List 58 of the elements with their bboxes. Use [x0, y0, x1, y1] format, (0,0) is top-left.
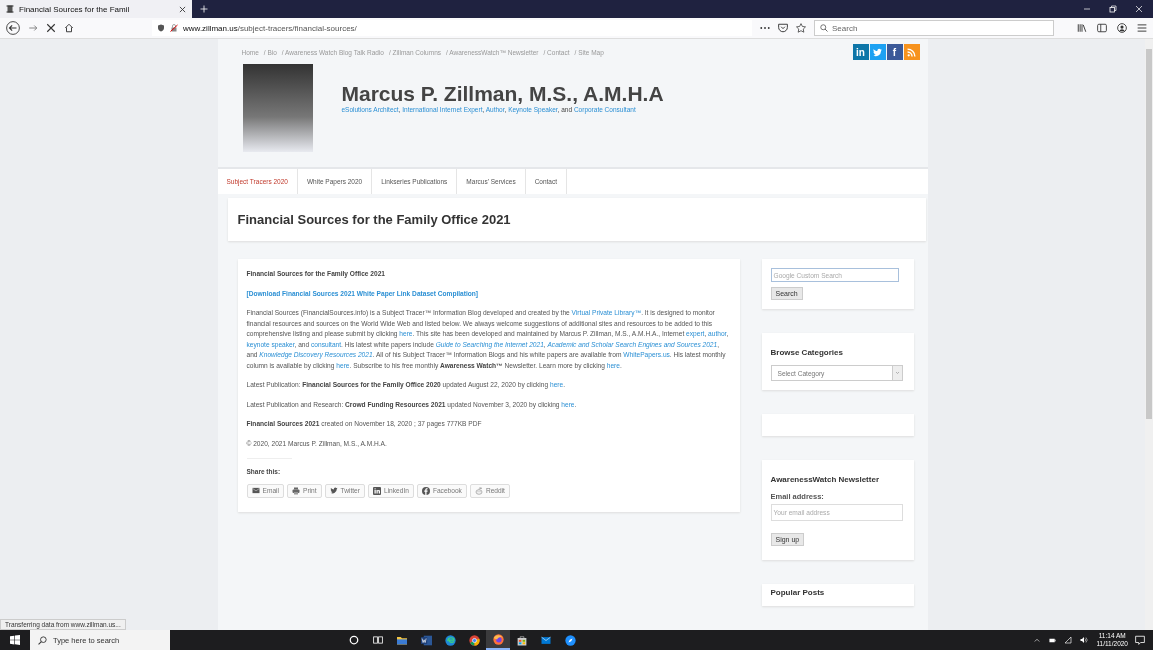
- bird-icon: [872, 47, 883, 57]
- windows-logo-icon: [10, 635, 20, 645]
- restore-icon: [1109, 5, 1117, 13]
- widget-title: AwarenessWatch Newsletter: [770, 475, 880, 484]
- envelope-icon: [251, 487, 260, 494]
- home-icon: [64, 23, 74, 33]
- bird-icon: [329, 487, 338, 494]
- search-icon: [38, 635, 47, 645]
- stop-icon: [46, 23, 56, 33]
- search-icon: [820, 24, 828, 32]
- scrollbar[interactable]: [1145, 39, 1153, 630]
- chevron-up-icon: [1033, 637, 1042, 643]
- wifi-icon: [1064, 636, 1073, 644]
- social-button[interactable]: [869, 44, 886, 60]
- notification-icon: [1135, 635, 1145, 645]
- task-view-icon: [373, 635, 383, 645]
- taskbar-button[interactable]: [486, 630, 510, 650]
- document-icon: [420, 634, 432, 646]
- chevron-down-icon: [894, 371, 900, 375]
- social-button[interactable]: in: [852, 44, 869, 60]
- shopping-bag-icon: [517, 634, 527, 646]
- speaker-icon: [1079, 636, 1090, 644]
- tricolor-circle-icon: [468, 634, 480, 646]
- account-icon: [1117, 23, 1127, 33]
- library-icon: [1077, 23, 1087, 33]
- back-icon: [6, 21, 20, 35]
- pocket-icon: [778, 23, 788, 33]
- fox-globe-icon: [492, 633, 504, 645]
- scroll-document-icon: [6, 5, 14, 13]
- slashed-lock-icon: [170, 24, 178, 32]
- address-bar[interactable]: www.zillman.us/subject-tracers/financial-sources/: [152, 20, 752, 36]
- menu-icon: [1137, 23, 1147, 33]
- envelope-icon: [540, 635, 552, 645]
- close-icon: [1135, 5, 1143, 13]
- forward-icon: [28, 23, 38, 33]
- widget-title: Browse Categories: [770, 348, 844, 357]
- social-button[interactable]: f: [886, 44, 903, 60]
- battery-icon: [1048, 636, 1058, 644]
- printer-icon: [292, 486, 300, 495]
- swirl-icon: [444, 634, 456, 646]
- plus-icon: [200, 5, 208, 13]
- f-circle-icon: [421, 486, 430, 495]
- rss-icon: [907, 47, 916, 57]
- sidebar-icon: [1097, 23, 1107, 33]
- in-square-icon: [373, 486, 381, 495]
- search-field[interactable]: Search: [814, 20, 1054, 36]
- site-title: Marcus P. Zillman, M.S., A.M.H.A: [341, 82, 664, 106]
- ring-icon: [349, 635, 359, 645]
- compass-icon: [564, 634, 576, 646]
- page-title: Financial Sources for the Family Office 2021: [227, 198, 926, 241]
- more-dots-icon: [760, 26, 770, 30]
- star-icon: [796, 23, 806, 33]
- folder-icon: [396, 635, 408, 645]
- browser-tab[interactable]: Financial Sources for the Famil: [0, 0, 192, 18]
- shield-icon: [157, 24, 165, 32]
- minimize-icon: [1083, 5, 1091, 13]
- close-icon: [179, 5, 186, 13]
- widget-title: Popular Posts: [770, 588, 826, 597]
